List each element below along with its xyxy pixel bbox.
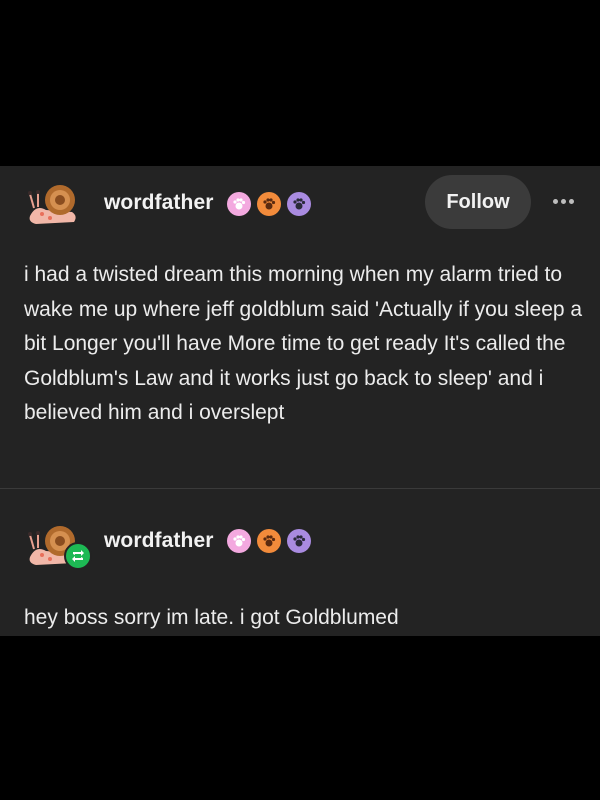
screenshot-page: wordfather Follow i had a twisted dream … bbox=[0, 0, 600, 800]
original-post: wordfather Follow i had a twisted dream … bbox=[0, 166, 600, 488]
user-badges bbox=[227, 192, 311, 216]
reblog-username[interactable]: wordfather bbox=[104, 529, 214, 553]
post-username[interactable]: wordfather bbox=[104, 191, 214, 215]
more-options-icon[interactable] bbox=[546, 192, 580, 210]
user-badges bbox=[227, 529, 311, 553]
orange-paw-badge-icon[interactable] bbox=[257, 529, 281, 553]
reblog-body-text: hey boss sorry im late. i got Goldblumed bbox=[24, 606, 399, 629]
orange-paw-badge-icon[interactable] bbox=[257, 192, 281, 216]
follow-button[interactable]: Follow bbox=[425, 175, 531, 229]
pink-paw-badge-icon[interactable] bbox=[227, 192, 251, 216]
purple-paw-badge-icon[interactable] bbox=[287, 192, 311, 216]
pink-paw-badge-icon[interactable] bbox=[227, 529, 251, 553]
reblog-post: wordfather hey boss sorry im late. i got… bbox=[0, 489, 600, 636]
purple-paw-badge-icon[interactable] bbox=[287, 529, 311, 553]
reblog-icon bbox=[64, 542, 92, 570]
post-thread: wordfather Follow i had a twisted dream … bbox=[0, 166, 600, 636]
snail-avatar[interactable] bbox=[26, 180, 82, 228]
post-body-text: i had a twisted dream this morning when … bbox=[24, 263, 583, 424]
